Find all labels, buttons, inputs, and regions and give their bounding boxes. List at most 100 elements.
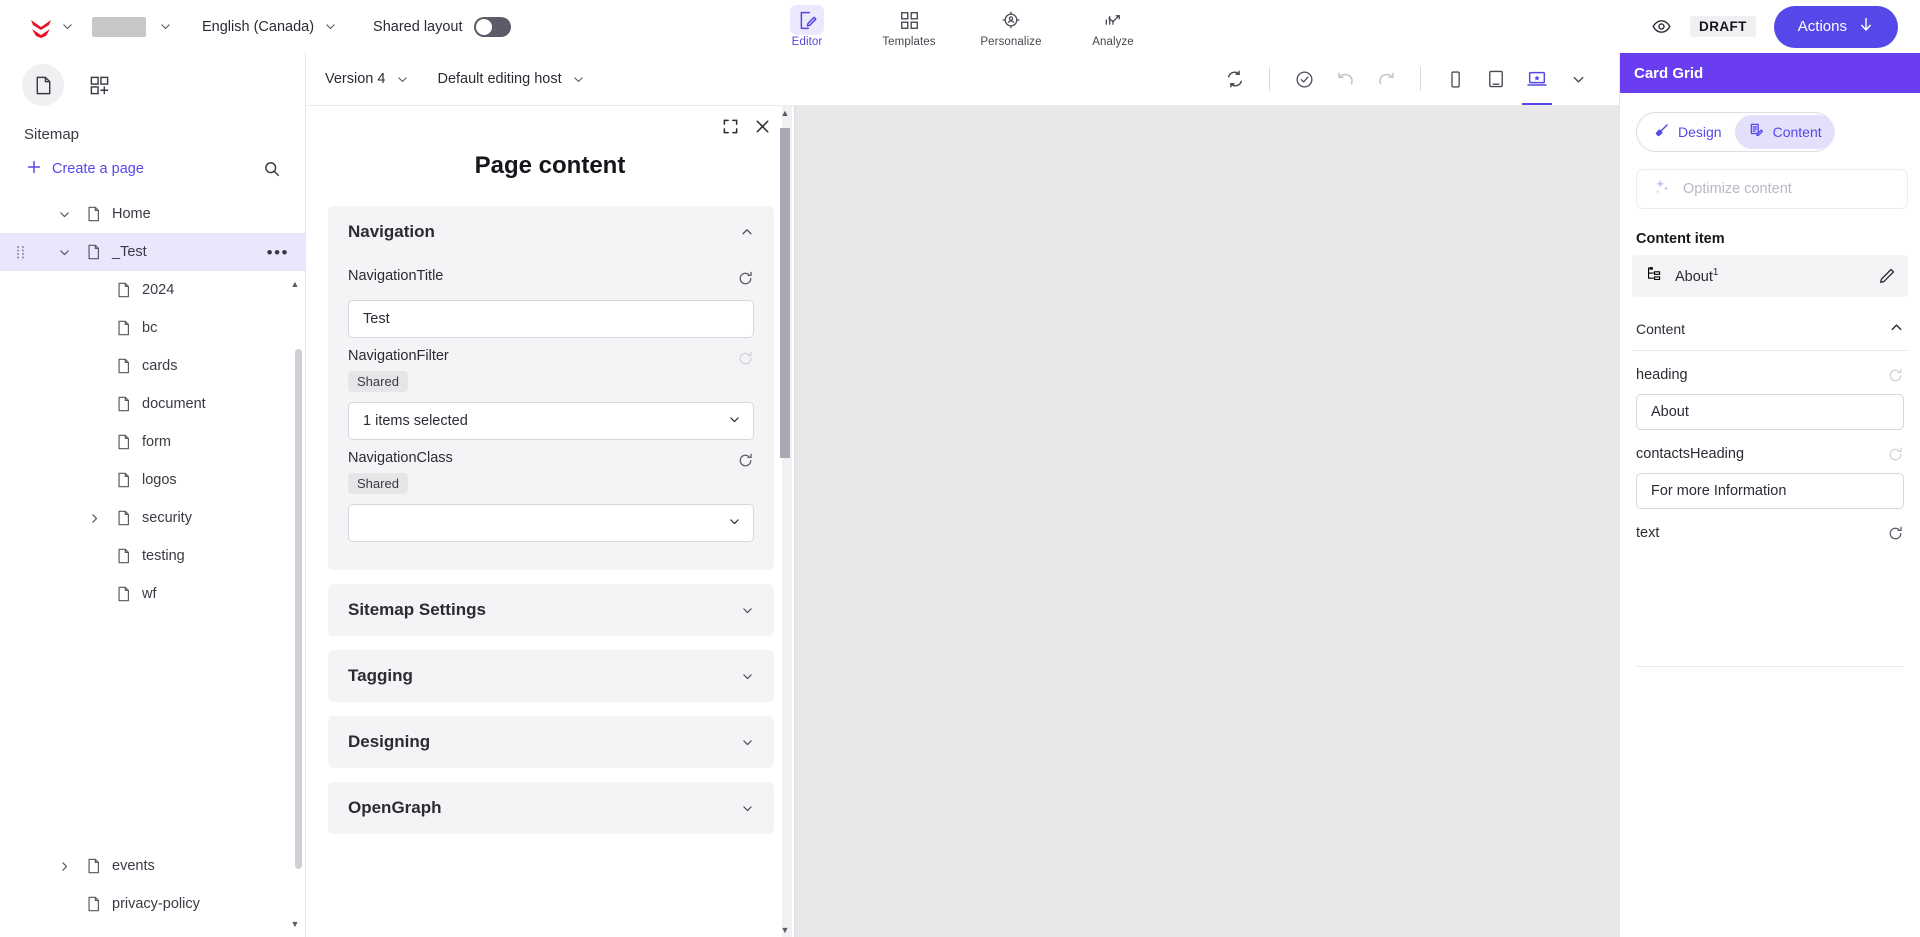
dialog-section-sitemap-settings: Sitemap Settings bbox=[328, 584, 774, 636]
eye-icon[interactable] bbox=[1651, 16, 1672, 37]
rp-field-label: heading bbox=[1636, 366, 1688, 383]
twisty-collapsed-icon[interactable] bbox=[82, 512, 106, 525]
section-header-opengraph[interactable]: OpenGraph bbox=[348, 782, 754, 834]
search-icon[interactable] bbox=[263, 160, 281, 178]
sitemap-item-label: form bbox=[142, 434, 171, 450]
chevron-up-icon bbox=[1889, 320, 1904, 338]
editing-host-selector[interactable]: Default editing host bbox=[437, 70, 587, 88]
top-bar: English (Canada) Shared layout Editor Te… bbox=[0, 0, 1920, 53]
reset-field-icon bbox=[1887, 365, 1904, 384]
reset-field-icon[interactable] bbox=[737, 268, 754, 287]
actions-button[interactable]: Actions bbox=[1773, 5, 1898, 48]
brush-icon bbox=[1653, 122, 1670, 142]
sitemap-item-test[interactable]: _Test ••• bbox=[0, 233, 305, 271]
drag-handle-icon[interactable] bbox=[10, 245, 30, 260]
rp-field-input-contactsheading[interactable]: For more Information bbox=[1636, 473, 1904, 509]
expand-icon[interactable] bbox=[722, 118, 739, 135]
section-title: OpenGraph bbox=[348, 798, 442, 817]
sitemap-item-document[interactable]: document bbox=[0, 385, 305, 423]
sitemap-panel: Sitemap Create a page Home _Test ••• 2024 bc… bbox=[0, 53, 306, 937]
pencil-icon[interactable] bbox=[1878, 267, 1896, 285]
tab-content[interactable]: Content bbox=[1734, 115, 1835, 149]
canvas-toolbar: Version 4 Default editing host bbox=[306, 53, 1619, 106]
desktop-icon[interactable] bbox=[1518, 62, 1556, 105]
sitemap-item-security[interactable]: security bbox=[0, 499, 305, 537]
sitemap-item-label: security bbox=[142, 510, 192, 526]
sitemap-item-form[interactable]: form bbox=[0, 423, 305, 461]
rp-field-input-heading[interactable]: About bbox=[1636, 394, 1904, 430]
tree-scrollbar[interactable]: ▲ ▼ bbox=[291, 279, 302, 929]
field-value: Test bbox=[363, 311, 390, 327]
nav-analyze-label: Analyze bbox=[1092, 36, 1134, 48]
field-select-navigationclass[interactable] bbox=[348, 504, 754, 542]
site-switcher-chevron-icon[interactable] bbox=[58, 18, 76, 36]
dialog-scroll-down-icon[interactable]: ▼ bbox=[780, 925, 790, 935]
nav-templates[interactable]: Templates bbox=[863, 2, 955, 48]
reset-field-icon[interactable] bbox=[1887, 523, 1904, 542]
field-select-navigationfilter[interactable]: 1 items selected bbox=[348, 402, 754, 440]
sitemap-item-wf[interactable]: wf bbox=[0, 575, 305, 613]
site-name-chevron-icon[interactable] bbox=[156, 18, 174, 36]
version-chevron-icon bbox=[393, 70, 411, 88]
reset-field-icon[interactable] bbox=[737, 450, 754, 469]
sitemap-item-home[interactable]: Home bbox=[0, 195, 305, 233]
dialog-scroll-up-icon[interactable]: ▲ bbox=[780, 108, 790, 118]
field-input-navigationtitle[interactable]: Test bbox=[348, 300, 754, 338]
tree-scroll-up-icon[interactable]: ▲ bbox=[290, 279, 300, 289]
nav-personalize[interactable]: Personalize bbox=[965, 2, 1057, 48]
rp-field-heading: heading About bbox=[1632, 351, 1908, 430]
twisty-collapsed-icon[interactable] bbox=[52, 860, 76, 873]
nav-personalize-label: Personalize bbox=[980, 36, 1042, 48]
dialog-scrollbar[interactable]: ▲ ▼ bbox=[780, 106, 792, 937]
rp-field-contactsheading: contactsHeading For more Information bbox=[1632, 430, 1908, 509]
component-properties-panel: Card Grid Design Content Optimize conten… bbox=[1619, 53, 1920, 937]
sitemap-item-privacy-policy[interactable]: privacy-policy bbox=[0, 885, 305, 923]
content-item-row[interactable]: About1 bbox=[1632, 255, 1908, 297]
toolbar-divider-1 bbox=[1269, 67, 1270, 91]
language-selector[interactable]: English (Canada) bbox=[202, 18, 339, 36]
component-title: Card Grid bbox=[1620, 53, 1920, 93]
section-header-tagging[interactable]: Tagging bbox=[348, 650, 754, 702]
sitemap-title: Sitemap bbox=[24, 126, 80, 143]
top-bar-left: English (Canada) Shared layout bbox=[24, 10, 511, 44]
section-header-navigation[interactable]: Navigation bbox=[348, 206, 754, 258]
sitecore-logo-icon[interactable] bbox=[24, 10, 58, 44]
redo-icon[interactable] bbox=[1367, 62, 1405, 96]
content-item-heading: Content item bbox=[1636, 231, 1725, 247]
twisty-expanded-icon[interactable] bbox=[52, 246, 76, 259]
create-page-button[interactable]: Create a page bbox=[0, 147, 305, 189]
nav-analyze[interactable]: Analyze bbox=[1067, 2, 1159, 48]
dialog-section-designing: Designing bbox=[328, 716, 774, 768]
page-doc-icon bbox=[112, 282, 134, 298]
components-icon[interactable] bbox=[78, 64, 120, 106]
check-circle-icon[interactable] bbox=[1285, 62, 1323, 96]
twisty-expanded-icon[interactable] bbox=[52, 208, 76, 221]
version-selector[interactable]: Version 4 bbox=[325, 70, 411, 88]
tree-scroll-down-icon[interactable]: ▼ bbox=[290, 919, 300, 929]
tab-design[interactable]: Design bbox=[1640, 115, 1735, 149]
sitemap-item-label: 2024 bbox=[142, 282, 175, 298]
tablet-icon[interactable] bbox=[1477, 62, 1515, 96]
sitemap-item-label: document bbox=[142, 396, 206, 412]
section-header-designing[interactable]: Designing bbox=[348, 716, 754, 768]
sitemap-item-2024[interactable]: 2024 bbox=[0, 271, 305, 309]
mobile-icon[interactable] bbox=[1436, 62, 1474, 96]
sitemap-item-logos[interactable]: logos bbox=[0, 461, 305, 499]
undo-icon[interactable] bbox=[1326, 62, 1364, 96]
close-icon[interactable] bbox=[753, 117, 772, 136]
content-accordion-header[interactable]: Content bbox=[1632, 307, 1908, 351]
sitemap-item-testing[interactable]: testing bbox=[0, 537, 305, 575]
sparkle-icon bbox=[1653, 178, 1671, 200]
nav-editor[interactable]: Editor bbox=[761, 2, 853, 48]
pages-icon[interactable] bbox=[22, 64, 64, 106]
section-header-sitemap-settings[interactable]: Sitemap Settings bbox=[348, 584, 754, 636]
sitemap-item-cards[interactable]: cards bbox=[0, 347, 305, 385]
device-chevron-down-icon[interactable] bbox=[1559, 62, 1597, 96]
refresh-icon[interactable] bbox=[1216, 62, 1254, 96]
row-context-menu-button[interactable]: ••• bbox=[267, 244, 289, 261]
shared-layout-toggle[interactable] bbox=[473, 16, 511, 37]
sitemap-item-events[interactable]: events bbox=[0, 847, 305, 885]
sitemap-item-bc[interactable]: bc bbox=[0, 309, 305, 347]
toolbar-divider-2 bbox=[1420, 67, 1421, 91]
optimize-content-button[interactable]: Optimize content bbox=[1636, 169, 1908, 209]
